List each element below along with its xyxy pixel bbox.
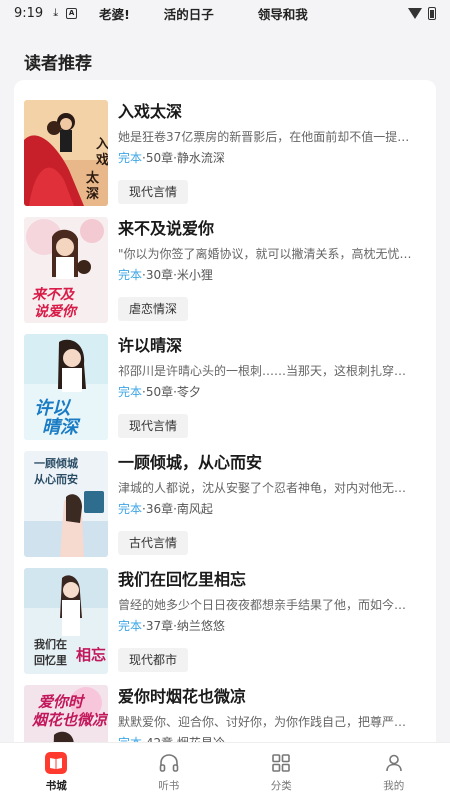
download-icon: ⤓ [53, 6, 59, 19]
nav-profile[interactable]: 我的 [338, 743, 450, 800]
book-meta-text: ·30章·米小狸 [142, 268, 213, 282]
nav-label: 书城 [45, 780, 67, 792]
svg-text:烟花也微凉: 烟花也微凉 [31, 711, 108, 729]
book-info: 来不及说爱你 "你以为你签了离婚协议，就可以撇清关系，高枕无忧了？"… 完本·3… [118, 217, 424, 321]
book-item[interactable]: 我们在 回忆里 相忘 我们在回忆里相忘 曾经的她多少个日日夜夜都想亲手结果了他，… [24, 568, 424, 678]
book-info: 我们在回忆里相忘 曾经的她多少个日日夜夜都想亲手结果了他，而如今的她只… 完本·… [118, 568, 424, 672]
book-title: 一顾倾城，从心而安 [118, 453, 263, 472]
book-info: 爱你时烟花也微凉 默默爱你、迎合你、讨好你，为你作践自己，把尊严踩进… 完本·4… [118, 685, 424, 750]
svg-text:许以: 许以 [34, 398, 72, 419]
book-cover[interactable]: 我们在 回忆里 相忘 [24, 568, 108, 674]
book-title: 许以晴深 [118, 336, 183, 355]
book-meta: 完本·36章·南风起 [118, 501, 424, 518]
book-description: 曾经的她多少个日日夜夜都想亲手结果了他，而如今的她只… [118, 598, 418, 612]
wifi-icon [408, 7, 422, 19]
svg-text:来不及: 来不及 [32, 286, 75, 303]
book-meta-text: ·36章·南风起 [142, 502, 213, 516]
book-status: 完本 [118, 619, 143, 633]
book-cover[interactable]: 来不及 说爱你 [24, 217, 108, 323]
book-meta-text: ·50章·苓夕 [142, 385, 201, 399]
svg-text:爱你时: 爱你时 [38, 693, 86, 711]
book-description: 津城的人都说，沈从安娶了个忍者神龟，对内对他无所不从… [118, 481, 418, 495]
book-cover[interactable]: 一顾倾城 从心而安 [24, 451, 108, 557]
book-meta-text: ·50章·静水流深 [142, 151, 225, 165]
book-description: 祁邵川是许晴心头的一根刺……当那天，这根刺扎穿了许晴… [118, 364, 418, 378]
top-tab[interactable]: 领导和我 [258, 4, 308, 23]
book-tag[interactable]: 现代都市 [118, 648, 189, 672]
book-title: 来不及说爱你 [118, 219, 215, 238]
book-list: 入 戏 太 深 入戏太深 她是狂卷37亿票房的新晋影后，在他面前却不值一提。他是… [14, 80, 436, 750]
status-bar: 9:19 ⤓ A 老婆! 活的日子 领导和我 [0, 0, 450, 26]
book-status: 完本 [118, 151, 143, 165]
user-icon [382, 751, 406, 775]
nav-label: 我的 [383, 780, 405, 792]
book-info: 入戏太深 她是狂卷37亿票房的新晋影后，在他面前却不值一提。他是… 完本·50章… [118, 100, 424, 204]
book-cover[interactable]: 入 戏 太 深 [24, 100, 108, 206]
book-tag[interactable]: 现代言情 [118, 414, 189, 438]
book-meta: 完本·50章·静水流深 [118, 150, 424, 167]
book-description: 默默爱你、迎合你、讨好你，为你作践自己，把尊严踩进… [118, 715, 418, 729]
svg-text:回忆里: 回忆里 [34, 653, 67, 667]
book-status: 完本 [118, 502, 143, 516]
book-item[interactable]: 入 戏 太 深 入戏太深 她是狂卷37亿票房的新晋影后，在他面前却不值一提。他是… [24, 100, 424, 210]
app-notification-icon: A [66, 7, 78, 19]
book-meta: 完本·37章·纳兰悠悠 [118, 618, 424, 635]
svg-text:太: 太 [85, 170, 100, 186]
book-tag[interactable]: 古代言情 [118, 531, 189, 555]
book-title: 我们在回忆里相忘 [118, 570, 247, 589]
cover-title: 入 [96, 137, 108, 152]
battery-icon [428, 6, 436, 20]
grid-icon [269, 751, 293, 775]
svg-text:相忘: 相忘 [76, 646, 106, 664]
book-description: "你以为你签了离婚协议，就可以撇清关系，高枕无忧了？"… [118, 247, 418, 261]
book-tag[interactable]: 现代言情 [118, 180, 189, 204]
section-title: 读者推荐 [24, 54, 92, 74]
book-description: 她是狂卷37亿票房的新晋影后，在他面前却不值一提。他是… [118, 130, 418, 144]
book-item[interactable]: 爱你时 烟花也微凉 爱你时烟花也微凉 默默爱你、迎合你、讨好你，为你作践自己，把… [24, 685, 424, 750]
book-status: 完本 [118, 268, 143, 282]
top-tab[interactable]: 活的日子 [164, 4, 214, 23]
status-notification-icons: ⤓ A [53, 6, 78, 19]
book-meta-text: ·37章·纳兰悠悠 [142, 619, 225, 633]
nav-label: 分类 [270, 780, 292, 792]
svg-text:晴深: 晴深 [42, 417, 81, 438]
book-meta: 完本·50章·苓夕 [118, 384, 424, 401]
svg-text:戏: 戏 [95, 152, 108, 168]
status-system-icons [408, 6, 436, 20]
book-item[interactable]: 一顾倾城 从心而安 一顾倾城，从心而安 津城的人都说，沈从安娶了个忍者神龟，对内… [24, 451, 424, 561]
svg-text:深: 深 [86, 186, 99, 202]
bottom-nav: 书城 听书 分类 我的 [0, 742, 450, 800]
book-cover[interactable]: 许以 晴深 [24, 334, 108, 440]
book-cover[interactable]: 爱你时 烟花也微凉 [24, 685, 108, 750]
nav-category[interactable]: 分类 [225, 743, 338, 800]
svg-text:我们在: 我们在 [34, 637, 67, 651]
book-title: 爱你时烟花也微凉 [118, 687, 247, 706]
top-tab[interactable]: 老婆! [99, 4, 130, 23]
nav-audiobook[interactable]: 听书 [113, 743, 226, 800]
nav-bookstore[interactable]: 书城 [0, 743, 113, 800]
nav-label: 听书 [158, 780, 180, 792]
book-info: 许以晴深 祁邵川是许晴心头的一根刺……当那天，这根刺扎穿了许晴… 完本·50章·… [118, 334, 424, 438]
top-tabs: 老婆! 活的日子 领导和我 [99, 4, 408, 23]
book-title: 入戏太深 [118, 102, 183, 121]
book-tag[interactable]: 虐恋情深 [118, 297, 189, 321]
book-meta: 完本·30章·米小狸 [118, 267, 424, 284]
book-item[interactable]: 许以 晴深 许以晴深 祁邵川是许晴心头的一根刺……当那天，这根刺扎穿了许晴… 完… [24, 334, 424, 444]
book-icon [44, 751, 68, 775]
book-status: 完本 [118, 385, 143, 399]
svg-text:从心而安: 从心而安 [34, 472, 78, 486]
book-info: 一顾倾城，从心而安 津城的人都说，沈从安娶了个忍者神龟，对内对他无所不从… 完本… [118, 451, 424, 555]
book-item[interactable]: 来不及 说爱你 来不及说爱你 "你以为你签了离婚协议，就可以撇清关系，高枕无忧了… [24, 217, 424, 327]
svg-text:一顾倾城: 一顾倾城 [34, 456, 78, 470]
headphones-icon [157, 751, 181, 775]
status-time: 9:19 [14, 5, 44, 21]
svg-text:说爱你: 说爱你 [34, 303, 79, 320]
